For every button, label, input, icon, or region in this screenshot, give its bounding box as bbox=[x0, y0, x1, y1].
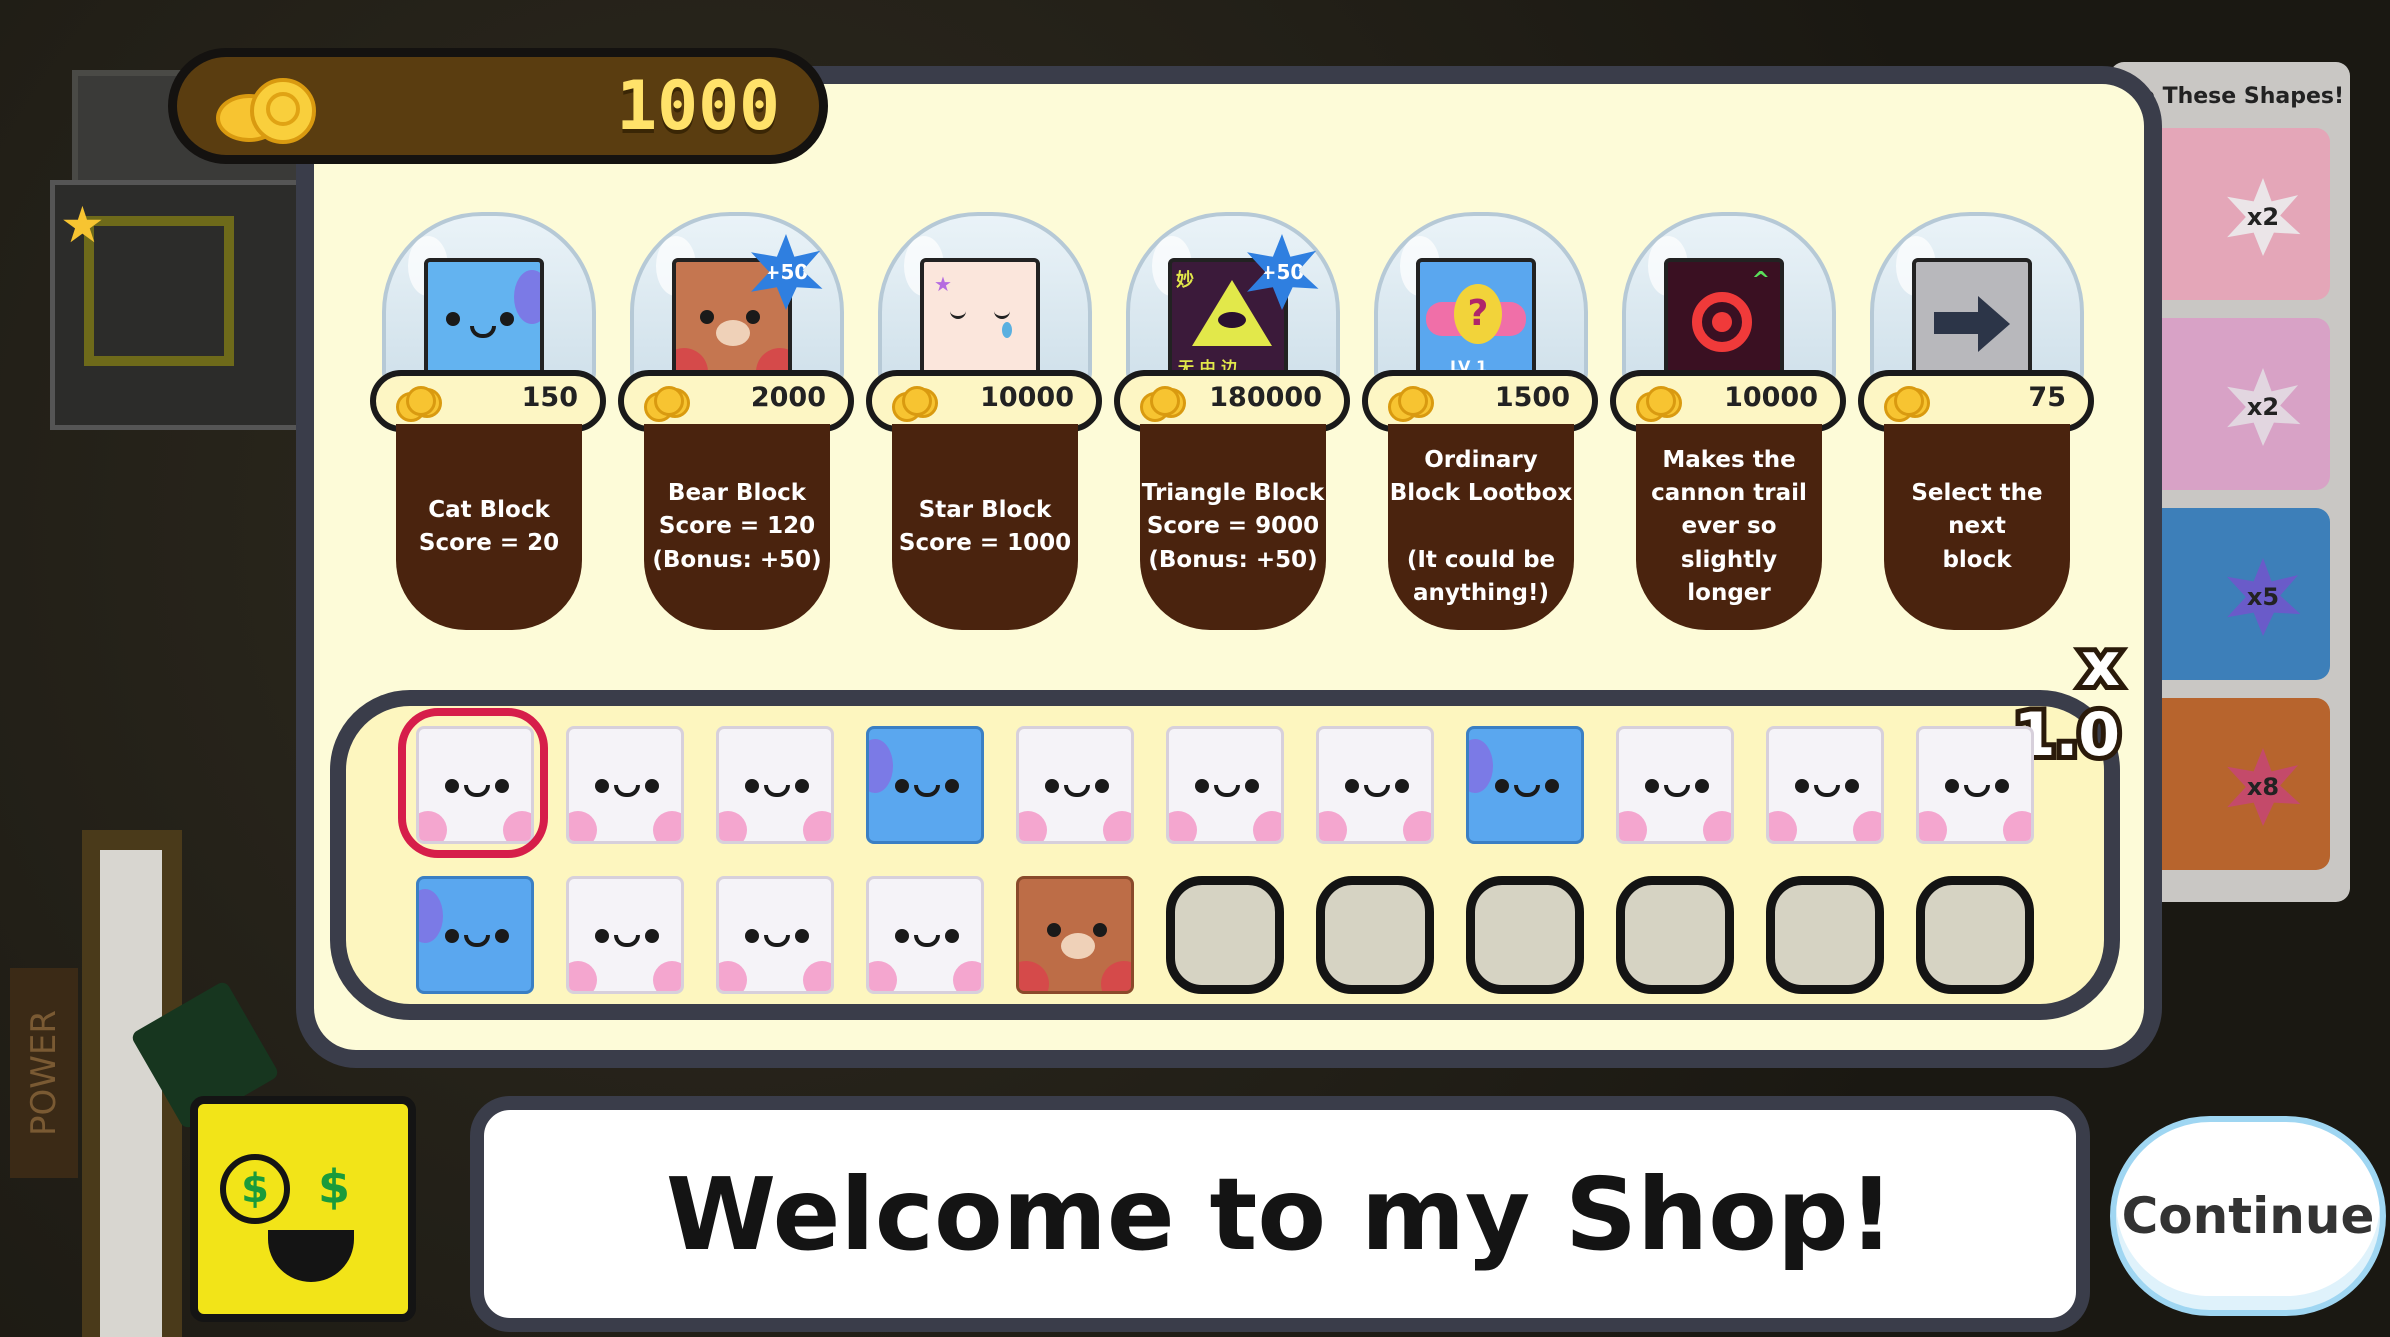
cat-block[interactable] bbox=[1016, 726, 1134, 844]
blue-cat-block[interactable] bbox=[866, 726, 984, 844]
multiplier-star-icon: x5 bbox=[2227, 558, 2301, 636]
price-tag: 180000 bbox=[1114, 370, 1350, 432]
empty-slot[interactable] bbox=[1166, 876, 1284, 994]
cat-block[interactable] bbox=[716, 726, 834, 844]
price-value: 75 bbox=[2028, 382, 2066, 413]
price-value: 10000 bbox=[980, 382, 1074, 413]
coin-icon bbox=[1140, 386, 1194, 422]
price-value: 1500 bbox=[1494, 382, 1570, 413]
shop-item-cat[interactable]: 150 Cat Block Score = 20 bbox=[370, 212, 610, 632]
price-tag: 2000 bbox=[618, 370, 854, 432]
shop-item-cannon[interactable]: ^ 10000 Makes the cannon trail ever so sli… bbox=[1610, 212, 1850, 632]
cat-block[interactable] bbox=[566, 876, 684, 994]
item-description: Cat Block Score = 20 bbox=[396, 424, 582, 630]
star-icon: ★ bbox=[60, 196, 105, 254]
coin-icon bbox=[1884, 386, 1938, 422]
dollar-eye-icon: $ bbox=[318, 1160, 351, 1214]
coin-icon bbox=[644, 386, 698, 422]
dollar-eye-icon: $ bbox=[220, 1154, 290, 1224]
empty-slot[interactable] bbox=[1466, 876, 1584, 994]
shop-item-lootbox[interactable]: ? LV 1 1500 Ordinary Block Lootbox (It coul… bbox=[1362, 212, 1602, 632]
cat-block[interactable] bbox=[716, 876, 834, 994]
price-value: 10000 bbox=[1724, 382, 1818, 413]
arrow-block-art bbox=[1912, 258, 2032, 384]
background-target-square bbox=[84, 216, 234, 366]
price-tag: 10000 bbox=[1610, 370, 1846, 432]
cannon-block-art: ^ bbox=[1664, 258, 1784, 384]
continue-button[interactable]: Continue bbox=[2110, 1116, 2386, 1316]
price-tag: 1500 bbox=[1362, 370, 1598, 432]
score-multiplier: x 1.0 bbox=[2009, 625, 2125, 775]
selected-slot-highlight bbox=[398, 708, 548, 858]
item-description: Makes the cannon trail ever so slightly … bbox=[1636, 424, 1822, 630]
background-pole bbox=[100, 850, 162, 1337]
shop-item-select[interactable]: 75 Select the next block bbox=[1858, 212, 2098, 632]
item-description: Triangle Block Score = 9000 (Bonus: +50) bbox=[1140, 424, 1326, 630]
empty-slot[interactable] bbox=[1616, 876, 1734, 994]
star-block-art: ★ bbox=[920, 258, 1040, 384]
cat-block[interactable] bbox=[1916, 726, 2034, 844]
cat-block[interactable] bbox=[566, 726, 684, 844]
shop-item-star[interactable]: ★ 10000 Star Block Score = 1000 bbox=[866, 212, 1106, 632]
coin-icon bbox=[1388, 386, 1442, 422]
item-description: Star Block Score = 1000 bbox=[892, 424, 1078, 630]
merchant-character: $ $ bbox=[190, 1096, 416, 1322]
merchant-mouth bbox=[268, 1230, 354, 1282]
lootbox-block-art: ? LV 1 bbox=[1416, 258, 1536, 384]
blue-cat-block[interactable] bbox=[416, 876, 534, 994]
empty-slot[interactable] bbox=[1766, 876, 1884, 994]
gold-coins-icon bbox=[216, 76, 316, 144]
item-description: Ordinary Block Lootbox (It could be anyt… bbox=[1388, 424, 1574, 630]
empty-slot[interactable] bbox=[1916, 876, 2034, 994]
multiplier-star-icon: x2 bbox=[2227, 178, 2301, 256]
cat-block[interactable] bbox=[866, 876, 984, 994]
shop-item-bear[interactable]: +50 2000 Bear Block Score = 120 (Bonus: +5… bbox=[618, 212, 858, 632]
coin-icon bbox=[396, 386, 450, 422]
power-label: POWER bbox=[10, 968, 78, 1178]
currency-amount: 1000 bbox=[616, 67, 780, 146]
bear-block[interactable] bbox=[1016, 876, 1134, 994]
cat-block-art bbox=[424, 258, 544, 384]
price-value: 2000 bbox=[750, 382, 826, 413]
price-tag: 10000 bbox=[866, 370, 1102, 432]
item-description: Select the next block bbox=[1884, 424, 2070, 630]
multiplier-star-icon: x8 bbox=[2227, 748, 2301, 826]
item-description: Bear Block Score = 120 (Bonus: +50) bbox=[644, 424, 830, 630]
coin-icon bbox=[1636, 386, 1690, 422]
price-tag: 150 bbox=[370, 370, 606, 432]
cat-block[interactable] bbox=[1166, 726, 1284, 844]
shop-item-triangle[interactable]: 妙无 中 边 +50 180000 Triangle Block Score = 90… bbox=[1114, 212, 1354, 632]
cat-block[interactable] bbox=[1316, 726, 1434, 844]
empty-slot[interactable] bbox=[1316, 876, 1434, 994]
price-tag: 75 bbox=[1858, 370, 2094, 432]
price-value: 150 bbox=[521, 382, 578, 413]
cat-block[interactable] bbox=[1616, 726, 1734, 844]
blue-cat-block[interactable] bbox=[1466, 726, 1584, 844]
cat-block[interactable] bbox=[1766, 726, 1884, 844]
price-value: 180000 bbox=[1209, 382, 1322, 413]
coin-icon bbox=[892, 386, 946, 422]
multiplier-star-icon: x2 bbox=[2227, 368, 2301, 446]
dialog-text: Welcome to my Shop! bbox=[665, 1155, 1895, 1273]
